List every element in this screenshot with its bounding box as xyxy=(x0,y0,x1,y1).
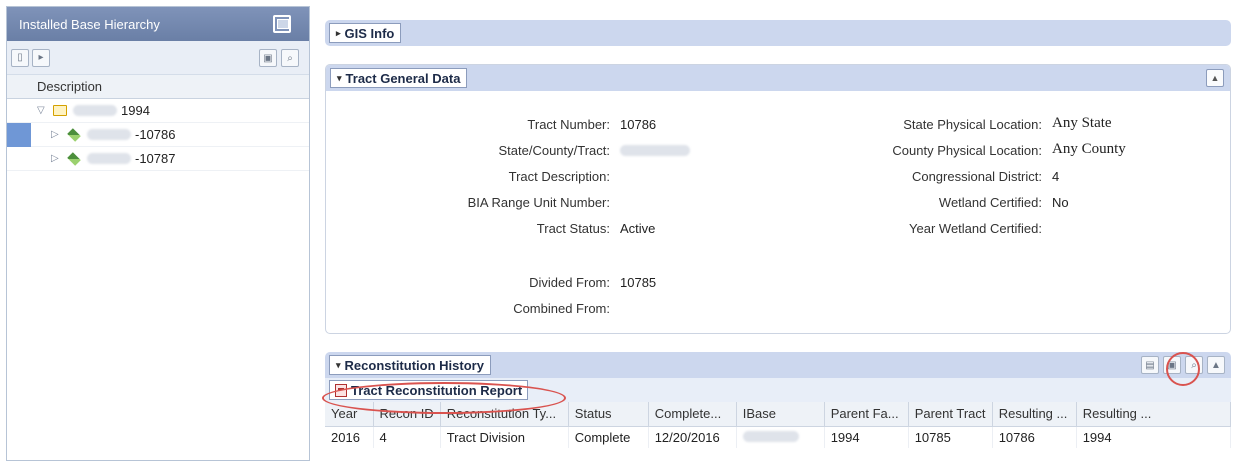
county-physical-location-label: County Physical Location: xyxy=(892,143,1042,158)
panel-title: Installed Base Hierarchy xyxy=(19,16,160,32)
gis-info-toggle[interactable]: ▸ GIS Info xyxy=(329,23,402,43)
report-icon xyxy=(335,383,347,397)
tree-item-1994[interactable]: ▽ 1994 xyxy=(7,99,309,123)
year-wetland-certified-label: Year Wetland Certified: xyxy=(909,221,1042,236)
hierarchy-toolbar: ▯ ▸ ▣ ⌕ xyxy=(7,41,309,75)
tract-status-value: Active xyxy=(620,221,656,236)
folder-icon xyxy=(53,105,67,116)
table-row[interactable]: 2016 4 Tract Division Complete 12/20/201… xyxy=(325,426,1232,448)
table-cell: Complete xyxy=(568,426,649,448)
chevron-right-icon[interactable]: ▷ xyxy=(51,129,63,140)
tree-item-10787[interactable]: ▷ -10787 xyxy=(7,147,309,171)
tract-general-data-section: ▾ Tract General Data ▲ Tract Number: 107… xyxy=(325,64,1231,334)
tract-icon xyxy=(67,127,81,142)
congressional-district-value: 4 xyxy=(1052,169,1060,184)
column-header[interactable]: Reconstitution Ty... xyxy=(440,402,569,427)
state-county-tract-label: State/County/Tract: xyxy=(498,143,610,158)
divided-from-value: 10785 xyxy=(620,275,657,290)
redacted-text xyxy=(742,430,799,442)
reconstitution-table: Year Recon ID Reconstitution Ty... Statu… xyxy=(325,402,1232,448)
table-cell: 2016 xyxy=(325,426,374,448)
redacted-text xyxy=(87,129,131,140)
export-icon[interactable]: ▣ xyxy=(259,49,277,67)
maximize-icon[interactable] xyxy=(273,15,291,33)
combined-from-label: Combined From: xyxy=(513,301,610,316)
report-link-label: Tract Reconstitution Report xyxy=(351,382,523,398)
report-bar: Tract Reconstitution Report xyxy=(325,378,1231,402)
divided-from-label: Divided From: xyxy=(529,275,610,290)
section-header: ▾ Tract General Data ▲ xyxy=(326,65,1230,91)
tract-status-label: Tract Status: xyxy=(536,221,610,236)
delete-icon[interactable]: ▯ xyxy=(11,48,29,67)
tract-number-label: Tract Number: xyxy=(527,117,610,132)
panel-header: Installed Base Hierarchy xyxy=(7,7,309,41)
tree-item-10786[interactable]: ▷ -10786 xyxy=(7,123,309,147)
section-title: Reconstitution History xyxy=(344,357,484,373)
column-header[interactable]: Recon ID xyxy=(373,402,441,427)
gis-info-section: ▸ GIS Info xyxy=(325,20,1231,46)
congressional-district-label: Congressional District: xyxy=(911,169,1042,184)
wetland-certified-label: Wetland Certified: xyxy=(938,195,1042,210)
find-icon[interactable]: ⌕ xyxy=(281,49,299,67)
column-header[interactable]: Parent Fa... xyxy=(824,402,909,427)
expand-icon[interactable]: ▸ xyxy=(32,48,50,67)
reconstitution-history-toggle[interactable]: ▾ Reconstitution History xyxy=(329,355,491,375)
tract-number-value: 10786 xyxy=(620,117,657,132)
find-icon[interactable]: ⌕ xyxy=(1185,356,1203,374)
chevron-right-icon[interactable]: ▷ xyxy=(51,153,63,164)
column-header[interactable]: Resulting ... xyxy=(1076,402,1232,427)
table-cell: 4 xyxy=(373,426,441,448)
chevron-down-icon: ▾ xyxy=(337,72,342,83)
tree-item-label: -10787 xyxy=(135,151,176,166)
table-cell: 10785 xyxy=(908,426,993,448)
reconstitution-history-section: ▾ Reconstitution History ▤ ▣ ⌕ ▲ Tract R… xyxy=(325,352,1232,465)
wetland-certified-value: No xyxy=(1052,195,1069,210)
collapse-icon[interactable]: ▲ xyxy=(1207,356,1225,374)
column-header[interactable]: Complete... xyxy=(648,402,737,427)
column-header[interactable]: IBase xyxy=(736,402,825,427)
tract-description-label: Tract Description: xyxy=(508,169,610,184)
column-header[interactable]: Year xyxy=(325,402,374,427)
section-title: Tract General Data xyxy=(345,70,461,86)
table-header-row: Year Recon ID Reconstitution Ty... Statu… xyxy=(325,402,1232,427)
table-cell: 10786 xyxy=(992,426,1077,448)
tract-reconstitution-report-link[interactable]: Tract Reconstitution Report xyxy=(329,380,529,400)
redacted-text xyxy=(73,105,117,116)
tract-icon xyxy=(67,151,81,166)
table-cell: 1994 xyxy=(1076,426,1232,448)
state-physical-location-label: State Physical Location: xyxy=(903,117,1042,132)
table-cell xyxy=(736,426,825,448)
chart-icon[interactable]: ▤ xyxy=(1141,356,1159,374)
tract-general-data-toggle[interactable]: ▾ Tract General Data xyxy=(330,68,468,88)
redacted-text xyxy=(87,153,131,164)
chevron-down-icon: ▾ xyxy=(336,359,341,370)
selection-marker xyxy=(7,123,31,147)
chevron-down-icon[interactable]: ▽ xyxy=(37,105,49,116)
tree-item-label: 1994 xyxy=(121,103,150,118)
gis-info-label: GIS Info xyxy=(344,25,395,41)
column-header[interactable]: Resulting ... xyxy=(992,402,1077,427)
installed-base-hierarchy-panel: Installed Base Hierarchy ▯ ▸ ▣ ⌕ Descrip… xyxy=(6,6,310,461)
county-physical-location-value: Any County xyxy=(1052,141,1126,157)
tree-item-label: -10786 xyxy=(135,127,176,142)
chevron-right-icon: ▸ xyxy=(336,27,341,38)
collapse-icon[interactable]: ▲ xyxy=(1206,69,1224,87)
bia-range-unit-label: BIA Range Unit Number: xyxy=(467,195,610,210)
table-cell: 1994 xyxy=(824,426,909,448)
column-header-description[interactable]: Description xyxy=(7,75,309,99)
export-icon[interactable]: ▣ xyxy=(1163,356,1181,374)
section-toolbar: ▤ ▣ ⌕ ▲ xyxy=(1141,356,1225,374)
table-cell: 12/20/2016 xyxy=(648,426,737,448)
table-cell: Tract Division xyxy=(440,426,569,448)
column-header[interactable]: Status xyxy=(568,402,649,427)
state-physical-location-value: Any State xyxy=(1052,115,1112,131)
section-header: ▾ Reconstitution History ▤ ▣ ⌕ ▲ xyxy=(325,352,1231,378)
redacted-text xyxy=(620,145,690,156)
column-header[interactable]: Parent Tract xyxy=(908,402,993,427)
